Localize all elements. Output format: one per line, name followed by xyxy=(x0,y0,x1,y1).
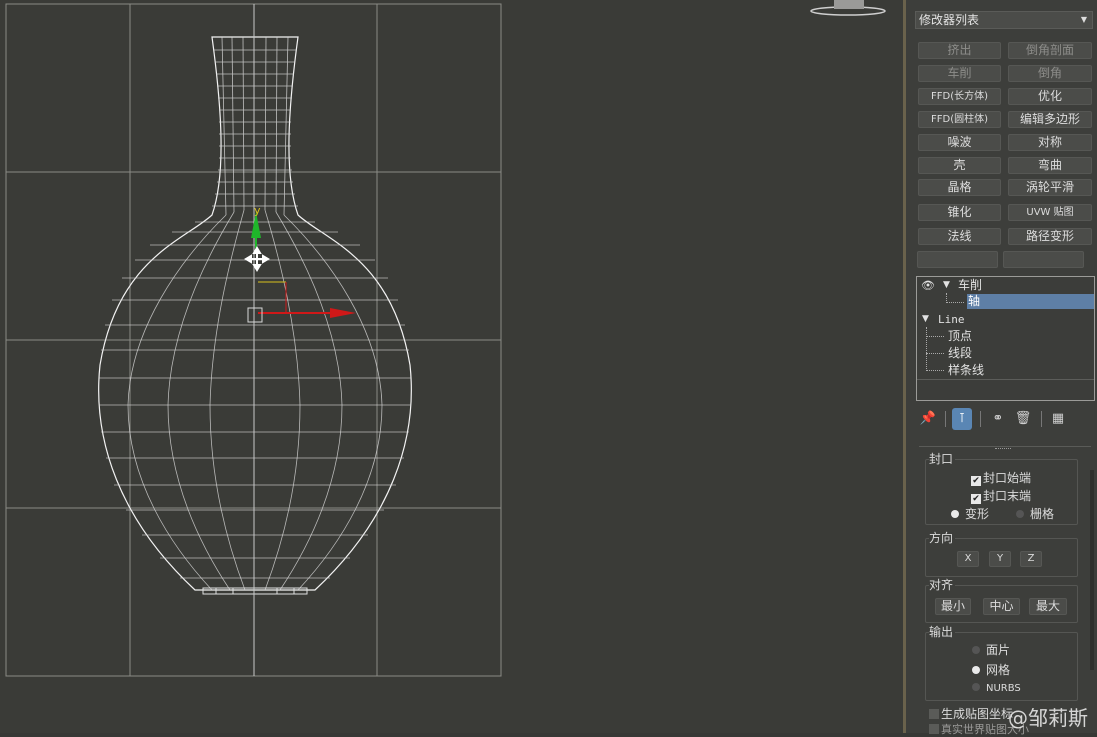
panel-scrollbar[interactable] xyxy=(1090,470,1094,670)
modifier-button-symmetry[interactable]: 对称 xyxy=(1008,134,1092,151)
align-center-button[interactable]: 中心 xyxy=(983,598,1020,615)
nurbs-radio[interactable]: NURBS xyxy=(972,682,1021,696)
vase-wire-neck xyxy=(212,36,298,216)
direction-z-button[interactable]: Z xyxy=(1020,551,1042,567)
tree-line xyxy=(926,370,944,371)
eye-icon[interactable]: 👁 xyxy=(921,278,935,293)
nurbs-label: NURBS xyxy=(986,683,1021,694)
gen-mapping-checkbox[interactable]: 生成贴图坐标 xyxy=(929,707,1013,721)
modifier-button-lathe[interactable]: 车削 xyxy=(918,65,1001,82)
radio-off-icon xyxy=(1016,510,1024,518)
modifier-button-shell[interactable]: 壳 xyxy=(918,157,1001,174)
mesh-label: 网格 xyxy=(986,663,1011,677)
stack-toolbar: 📌 ⊺ ⚭ 🗑 ▦ xyxy=(916,408,1096,432)
watermark-text: @邹莉斯 xyxy=(1008,706,1088,730)
chevron-down-icon: ▼ xyxy=(1080,15,1087,24)
grid-radio[interactable]: 栅格 xyxy=(1016,507,1054,521)
modifier-button-bevel-profile[interactable]: 倒角剖面 xyxy=(1008,42,1092,59)
move-cursor-icon xyxy=(244,246,270,272)
stack-selection-highlight xyxy=(967,294,1094,309)
tree-line xyxy=(926,336,944,337)
modifier-button-uvw-map[interactable]: UVW 贴图 xyxy=(1008,204,1092,221)
output-title: 输出 xyxy=(929,625,956,639)
radio-off-icon xyxy=(972,646,980,654)
modifier-button-ffd-cylinder[interactable]: FFD(圆柱体) xyxy=(918,111,1001,128)
modifier-button-empty-2[interactable] xyxy=(1003,251,1084,268)
radio-off-icon xyxy=(972,683,980,691)
caps-title: 封口 xyxy=(929,452,956,466)
stack-item-line[interactable]: Line xyxy=(938,312,965,327)
trash-icon[interactable]: 🗑 xyxy=(1013,408,1033,430)
align-max-button[interactable]: 最大 xyxy=(1029,598,1067,615)
separator xyxy=(980,411,981,427)
stack-item-spline[interactable]: 样条线 xyxy=(948,363,984,378)
stack-item-vertex[interactable]: 顶点 xyxy=(948,329,972,344)
morph-label: 变形 xyxy=(965,507,990,521)
triangle-down-icon[interactable]: ▼ xyxy=(922,312,929,327)
modifier-button-noise[interactable]: 噪波 xyxy=(918,134,1001,151)
gen-mapping-label: 生成贴图坐标 xyxy=(941,707,1014,721)
make-unique-icon[interactable]: ⚭ xyxy=(988,408,1008,430)
pin-stack-icon[interactable]: 📌 xyxy=(918,408,938,430)
stack-item-segment[interactable]: 线段 xyxy=(948,346,972,361)
viewcube-icon xyxy=(810,0,886,16)
radio-on-icon xyxy=(972,666,980,674)
triangle-down-icon[interactable]: ▼ xyxy=(943,278,950,293)
modifier-button-ffd-box[interactable]: FFD(长方体) xyxy=(918,88,1001,105)
cap-end-checkbox[interactable]: ✔ 封口末端 xyxy=(971,489,1031,504)
stack-divider xyxy=(917,379,1094,380)
drag-handle[interactable] xyxy=(995,448,1011,451)
modifier-button-lattice[interactable]: 晶格 xyxy=(918,179,1001,196)
modifier-button-path-deform[interactable]: 路径变形 xyxy=(1008,228,1092,245)
modifier-list-dropdown[interactable]: 修改器列表 ▼ xyxy=(915,11,1093,29)
modifier-button-turbosmooth[interactable]: 涡轮平滑 xyxy=(1008,179,1092,196)
direction-y-button[interactable]: Y xyxy=(989,551,1011,567)
rollout-separator xyxy=(919,446,1091,447)
modifier-button-normal[interactable]: 法线 xyxy=(918,228,1001,245)
stack-item-lathe[interactable]: 车削 xyxy=(958,278,982,293)
checkbox-checked-icon: ✔ xyxy=(971,476,981,486)
tree-line xyxy=(926,353,944,354)
separator xyxy=(1041,411,1042,427)
morph-radio[interactable]: 变形 xyxy=(951,507,989,521)
modifier-button-optimize[interactable]: 优化 xyxy=(1008,88,1092,105)
vase-base xyxy=(202,587,308,595)
stack-item-axis[interactable]: 轴 xyxy=(968,294,980,309)
move-gizmo xyxy=(247,212,356,323)
modifier-button-edit-poly[interactable]: 编辑多边形 xyxy=(1008,111,1092,128)
cap-start-checkbox[interactable]: ✔ 封口始端 xyxy=(971,471,1031,486)
cap-end-label: 封口末端 xyxy=(983,489,1032,503)
direction-title: 方向 xyxy=(929,531,956,545)
vase-wire-body-rings xyxy=(99,221,411,579)
tree-line xyxy=(946,302,964,303)
modifier-stack-list[interactable]: 👁 ▼ 车削 轴 ▼ Line 顶点 线段 样条线 xyxy=(916,276,1095,401)
viewport-canvas[interactable]: y xyxy=(0,0,905,733)
vase-mesh xyxy=(98,36,412,591)
tree-line xyxy=(926,327,927,371)
align-title: 对齐 xyxy=(929,578,956,592)
modifier-button-empty-1[interactable] xyxy=(917,251,998,268)
cap-start-label: 封口始端 xyxy=(983,471,1032,485)
grid-label: 栅格 xyxy=(1030,507,1055,521)
axis-y-label: y xyxy=(254,204,261,217)
front-viewport[interactable]: y xyxy=(0,0,905,733)
mesh-radio[interactable]: 网格 xyxy=(972,663,1010,677)
modifier-button-bevel[interactable]: 倒角 xyxy=(1008,65,1092,82)
patch-radio[interactable]: 面片 xyxy=(972,643,1010,657)
configure-modifier-sets-icon[interactable]: ▦ xyxy=(1048,408,1068,430)
align-min-button[interactable]: 最小 xyxy=(935,598,971,615)
modifier-button-bend[interactable]: 弯曲 xyxy=(1008,157,1092,174)
patch-label: 面片 xyxy=(986,643,1011,657)
separator xyxy=(945,411,946,427)
direction-x-button[interactable]: X xyxy=(957,551,979,567)
modifier-button-extrude[interactable]: 挤出 xyxy=(918,42,1001,59)
checkbox-checked-icon: ✔ xyxy=(971,494,981,504)
modifier-list-label: 修改器列表 xyxy=(919,13,980,27)
checkbox-unchecked-icon xyxy=(929,709,939,719)
show-end-result-icon[interactable]: ⊺ xyxy=(952,408,972,430)
modifier-button-taper[interactable]: 锥化 xyxy=(918,204,1001,221)
radio-on-icon xyxy=(951,510,959,518)
